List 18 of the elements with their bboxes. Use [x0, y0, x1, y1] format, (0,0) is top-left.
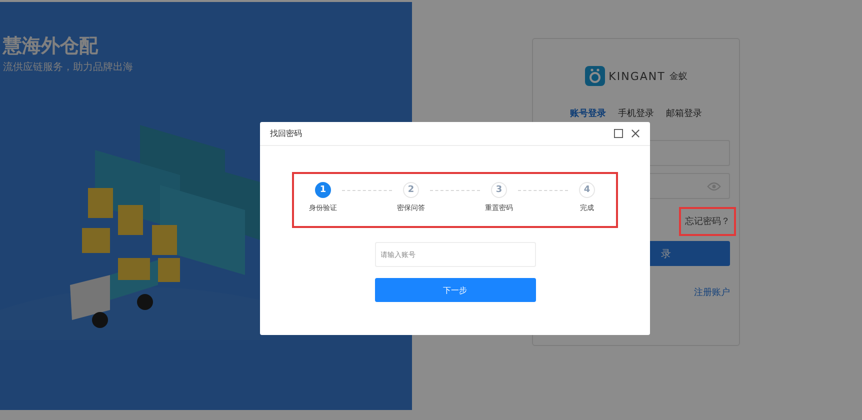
close-icon[interactable]	[631, 129, 640, 138]
hero-subtitle: 流供应链服务，助力品牌出海	[3, 60, 134, 74]
login-tab[interactable]: 邮箱登录	[666, 107, 702, 120]
brand-name: 金蚁	[669, 70, 688, 82]
step-number: 3	[491, 182, 507, 198]
register-link[interactable]: 注册账户	[694, 286, 730, 299]
step-number: 2	[403, 182, 419, 198]
next-button[interactable]: 下一步	[374, 278, 536, 302]
brand-name: KINGANT	[608, 70, 666, 82]
login-tab[interactable]: 账号登录	[570, 107, 606, 120]
hero-title: 慧海外仓配	[3, 34, 100, 58]
maximize-icon[interactable]	[614, 129, 623, 138]
step-number: 1	[315, 182, 331, 198]
ant-logo-icon	[584, 66, 605, 86]
forgot-password-link[interactable]: 忘记密码？	[685, 215, 730, 228]
dialog-title: 找回密码	[270, 128, 302, 139]
step-number: 4	[579, 182, 595, 198]
login-tab[interactable]: 手机登录	[618, 107, 654, 120]
